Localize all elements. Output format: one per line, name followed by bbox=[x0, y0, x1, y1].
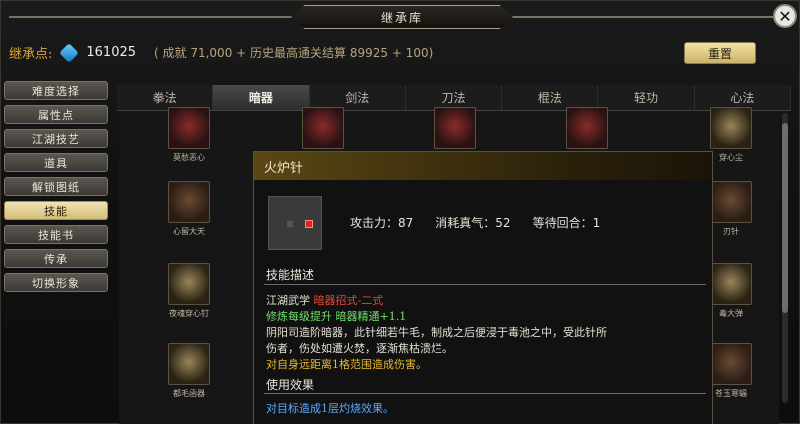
skill-name: 都毛函器 bbox=[173, 389, 205, 398]
stat-attack: 攻击力：87 bbox=[350, 216, 414, 230]
stat-cost: 消耗真气：52 bbox=[435, 216, 511, 230]
inheritance-window: 继承库 ✕ 继承点: 161025 ( 成就 71,000 + 历史最高通关结算… bbox=[0, 0, 800, 424]
skill-icon bbox=[168, 263, 210, 305]
desc-line-2: 修炼每级提升 暗器精通+1.1 bbox=[266, 310, 407, 323]
skill-grid-scrollbar[interactable] bbox=[782, 113, 788, 403]
skill-icon bbox=[710, 107, 752, 149]
divider bbox=[264, 393, 706, 394]
skill-icon bbox=[710, 343, 752, 385]
skill-slot[interactable] bbox=[297, 107, 349, 149]
effect-line: 对目标造成1层灼烧效果。 bbox=[266, 402, 394, 415]
target-cell bbox=[305, 220, 313, 228]
skill-slot[interactable]: 夜魂穿心钉 bbox=[163, 263, 215, 319]
side-item-blueprints[interactable]: 解锁图纸 bbox=[4, 177, 108, 196]
desc-line-5: 对自身远距离1格范围造成伤害。 bbox=[266, 358, 427, 371]
desc-line-1: 江湖武学 暗器招式-二式 bbox=[266, 292, 383, 308]
skill-name: 心留大天 bbox=[173, 227, 205, 236]
skill-name: 夜魂穿心钉 bbox=[169, 309, 209, 318]
window-title: 继承库 bbox=[380, 10, 423, 25]
points-label: 继承点: bbox=[9, 47, 53, 62]
side-item-difficulty[interactable]: 难度选择 bbox=[4, 81, 108, 100]
skill-icon bbox=[434, 107, 476, 149]
side-item-legacy[interactable]: 传承 bbox=[4, 249, 108, 268]
side-item-crafts[interactable]: 江湖技艺 bbox=[4, 129, 108, 148]
skill-slot[interactable]: 莫愁恶心 bbox=[163, 107, 215, 163]
self-cell bbox=[287, 221, 293, 227]
desc-line-3: 阴阳司造阶暗器，此针细若牛毛，制成之后便浸于毒池之中，受此针所 bbox=[266, 326, 607, 339]
close-icon: ✕ bbox=[778, 6, 792, 26]
side-item-skill-books[interactable]: 技能书 bbox=[4, 225, 108, 244]
skill-icon bbox=[710, 263, 752, 305]
skill-tooltip: 火炉针 攻击力：87 消耗真气：52 等待回合：1 技能描述 江湖武学 暗器招式… bbox=[253, 151, 713, 424]
skill-name: 莫愁恶心 bbox=[173, 153, 205, 162]
skill-slot[interactable]: 心留大天 bbox=[163, 181, 215, 237]
effect-header: 使用效果 bbox=[266, 378, 315, 392]
tooltip-stats: 攻击力：87 消耗真气：52 等待回合：1 bbox=[350, 214, 600, 231]
points-formula: ( 成就 71,000 + 历史最高通关结算 89925 + 100) bbox=[154, 46, 434, 60]
divider bbox=[264, 284, 706, 285]
inheritance-points-row: 继承点: 161025 ( 成就 71,000 + 历史最高通关结算 89925… bbox=[9, 42, 434, 63]
side-menu: 难度选择 属性点 江湖技艺 道具 解锁图纸 技能 技能书 传承 切换形象 bbox=[4, 81, 108, 297]
skill-icon bbox=[302, 107, 344, 149]
title-wing-right bbox=[513, 16, 775, 18]
skill-icon bbox=[168, 181, 210, 223]
tooltip-header: 火炉针 bbox=[254, 152, 712, 180]
skill-icon bbox=[168, 107, 210, 149]
skill-icon bbox=[168, 343, 210, 385]
points-value: 161025 bbox=[86, 45, 137, 60]
skill-icon bbox=[566, 107, 608, 149]
side-item-appearance[interactable]: 切换形象 bbox=[4, 273, 108, 292]
description-header: 技能描述 bbox=[266, 268, 315, 282]
desc-tag: 暗器招式-二式 bbox=[313, 294, 384, 307]
skill-slot[interactable] bbox=[429, 107, 481, 149]
side-item-skills[interactable]: 技能 bbox=[4, 201, 108, 220]
close-button[interactable]: ✕ bbox=[773, 4, 797, 28]
tab-hidden-weapon[interactable]: 暗器 bbox=[213, 85, 310, 110]
skill-slot[interactable] bbox=[561, 107, 613, 149]
tooltip-title: 火炉针 bbox=[264, 160, 304, 176]
stat-wait: 等待回合：1 bbox=[532, 216, 601, 230]
skill-slot[interactable]: 都毛函器 bbox=[163, 343, 215, 399]
title-wing-left bbox=[9, 16, 291, 18]
window-title-plate: 继承库 bbox=[291, 5, 513, 29]
desc-line-4: 伤者，伤处如遭火焚，逐渐焦枯溃烂。 bbox=[266, 342, 453, 355]
side-item-items[interactable]: 道具 bbox=[4, 153, 108, 172]
desc-prefix: 江湖武学 bbox=[266, 294, 310, 307]
side-item-attributes[interactable]: 属性点 bbox=[4, 105, 108, 124]
gem-icon bbox=[59, 42, 80, 63]
reset-button[interactable]: 重置 bbox=[684, 42, 756, 64]
skill-icon bbox=[710, 181, 752, 223]
scrollbar-thumb[interactable] bbox=[782, 123, 788, 313]
skill-range-icon bbox=[268, 196, 322, 250]
